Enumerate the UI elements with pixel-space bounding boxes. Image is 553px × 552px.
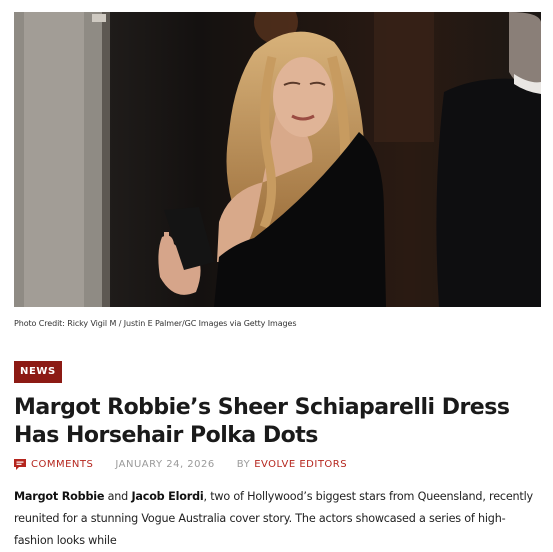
comment-icon — [14, 459, 26, 470]
article-meta: COMMENTS JANUARY 24, 2026 BY EVOLVE EDIT… — [14, 459, 347, 470]
hero-photo-image — [14, 12, 541, 307]
hero-photo — [14, 12, 541, 307]
comments-link[interactable]: COMMENTS — [14, 459, 93, 470]
author-link[interactable]: EVOLVE EDITORS — [254, 459, 347, 470]
photo-credit: Photo Credit: Ricky Vigil M / Justin E P… — [14, 319, 297, 328]
category-tag[interactable]: NEWS — [14, 361, 62, 383]
comments-label: COMMENTS — [31, 459, 94, 470]
publish-date: JANUARY 24, 2026 — [115, 459, 215, 470]
person-name-jacob: Jacob Elordi — [131, 490, 204, 503]
person-name-margot: Margot Robbie — [14, 490, 105, 503]
byline-prefix: BY — [236, 459, 251, 470]
article-title: Margot Robbie’s Sheer Schiaparelli Dress… — [14, 395, 510, 448]
intro-connector: and — [104, 490, 132, 503]
article-intro: Margot Robbie and Jacob Elordi, two of H… — [14, 486, 542, 552]
